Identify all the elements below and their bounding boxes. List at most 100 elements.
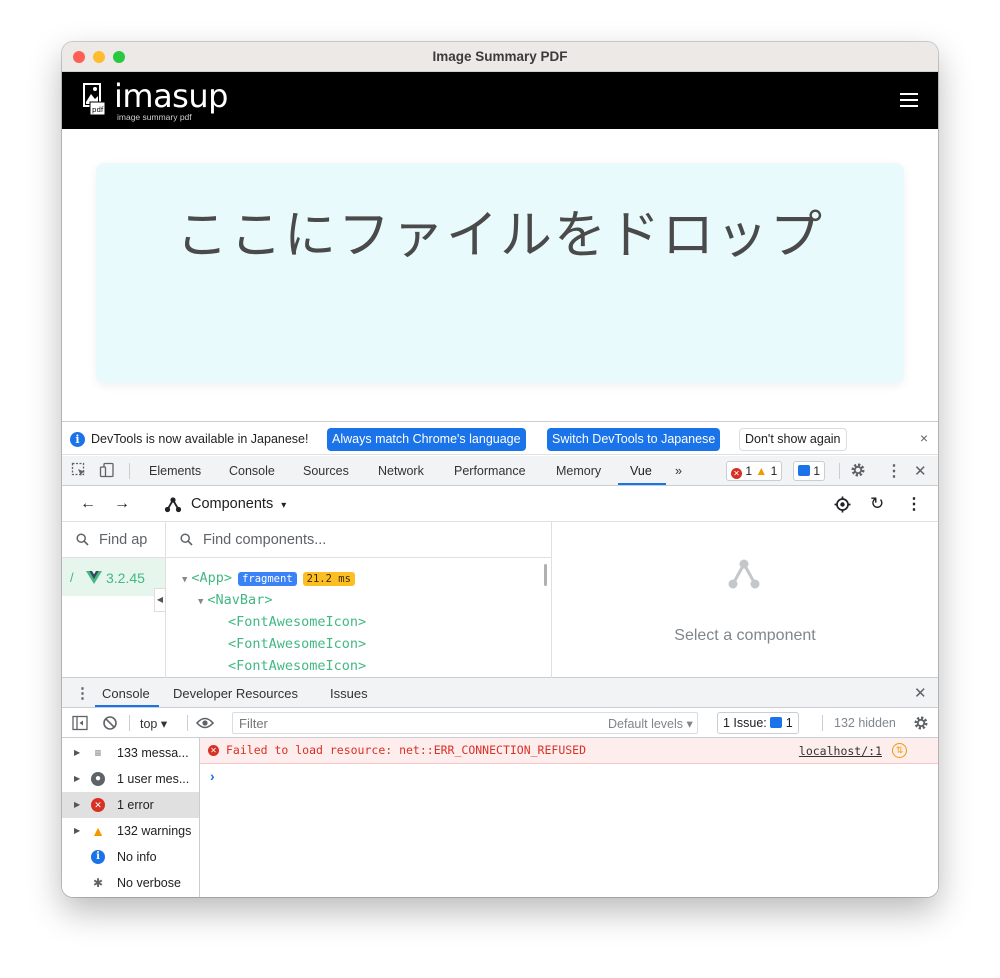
issues-button[interactable]: 1 Issue: 1 bbox=[717, 712, 799, 734]
infobar-message: DevTools is now available in Japanese! bbox=[91, 432, 309, 446]
render-time-badge: 21.2 ms bbox=[302, 572, 355, 586]
components-dropdown[interactable]: Components ▾ bbox=[191, 496, 286, 512]
app-prefix: / bbox=[70, 570, 74, 585]
sidebar-label: No verbose bbox=[117, 876, 181, 890]
tab-vue[interactable]: Vue bbox=[630, 464, 652, 478]
file-dropzone[interactable]: ここにファイルをドロップ bbox=[96, 163, 904, 383]
tree-node-fontawesomeicon[interactable]: <FontAwesomeIcon> bbox=[228, 614, 366, 630]
sidebar-label: 1 user mes... bbox=[117, 772, 190, 786]
svg-text:pdf: pdf bbox=[92, 106, 104, 114]
switch-japanese-button[interactable]: Switch DevTools to Japanese bbox=[547, 428, 721, 451]
logo-icon[interactable]: pdf bbox=[82, 82, 106, 116]
drawer-tab-issues[interactable]: Issues bbox=[330, 686, 368, 701]
fragment-badge: fragment bbox=[238, 572, 297, 586]
log-levels-dropdown[interactable]: Default levels ▾ bbox=[608, 716, 693, 731]
component-tree: ▼ <App> fragment 21.2 ms ▼ <NavBar> <FontAwe… bbox=[166, 558, 552, 678]
sidebar-label: 133 messa... bbox=[117, 746, 189, 760]
sidebar-label: No info bbox=[117, 850, 157, 864]
tree-node-navbar[interactable]: ▼ <NavBar> bbox=[198, 592, 272, 608]
find-app-field[interactable]: Find ap bbox=[62, 522, 166, 558]
sidebar-item-info[interactable]: i No info bbox=[62, 844, 199, 870]
device-toolbar-icon[interactable] bbox=[99, 462, 115, 478]
warning-count-icon: ▲ bbox=[755, 464, 768, 478]
issue-counts[interactable]: ✕ 1 ▲ 1 bbox=[726, 461, 783, 481]
console-prompt[interactable]: › bbox=[210, 768, 215, 784]
sidebar-label: 1 error bbox=[117, 798, 154, 812]
collapse-panel-handle[interactable]: ◀ bbox=[154, 588, 166, 612]
more-options-icon[interactable]: ⋮ bbox=[906, 494, 922, 514]
customize-menu-icon[interactable]: ⋮ bbox=[886, 461, 902, 481]
warning-icon: ▲ bbox=[91, 823, 105, 839]
hamburger-menu-icon[interactable] bbox=[900, 93, 918, 107]
sidebar-item-errors[interactable]: ▶ ✕ 1 error bbox=[62, 792, 199, 818]
live-expression-eye-icon[interactable] bbox=[196, 716, 214, 730]
error-source-link[interactable]: localhost/:1 bbox=[799, 744, 882, 758]
find-app-placeholder: Find ap bbox=[99, 532, 148, 548]
dropzone-text: ここにファイルをドロップ bbox=[175, 206, 824, 266]
close-devtools-icon[interactable]: ✕ bbox=[914, 462, 927, 480]
app-navbar: pdf imasup image summary pdf bbox=[62, 72, 938, 129]
tree-scrollbar[interactable] bbox=[544, 564, 547, 586]
error-icon: ✕ bbox=[91, 798, 105, 812]
network-request-icon[interactable]: ⇅ bbox=[892, 743, 907, 758]
message-count-badge[interactable]: 1 bbox=[793, 461, 826, 481]
vue-logo-icon bbox=[86, 571, 102, 584]
clear-console-icon[interactable] bbox=[102, 715, 118, 731]
sidebar-item-user-messages[interactable]: ▶ ● 1 user mes... bbox=[62, 766, 199, 792]
find-components-placeholder: Find components... bbox=[203, 532, 327, 548]
title-bar: Image Summary PDF bbox=[62, 42, 938, 72]
sidebar-label: 132 warnings bbox=[117, 824, 192, 838]
window-title: Image Summary PDF bbox=[432, 49, 568, 64]
close-drawer-icon[interactable]: ✕ bbox=[914, 684, 927, 702]
match-language-button[interactable]: Always match Chrome's language bbox=[327, 428, 526, 451]
devtools-tabbar: Elements Console Sources Network Perform… bbox=[62, 456, 938, 486]
error-message: Failed to load resource: net::ERR_CONNEC… bbox=[226, 743, 587, 757]
vue-components-toolbar: ← → Components ▾ ↻ ⋮ bbox=[62, 486, 938, 522]
issue-icon bbox=[770, 717, 783, 728]
error-count-icon: ✕ bbox=[731, 468, 742, 479]
browser-window: Image Summary PDF pdf imasup image summa… bbox=[62, 42, 938, 897]
list-icon: ≡ bbox=[94, 746, 102, 760]
console-settings-gear-icon[interactable] bbox=[913, 715, 929, 731]
show-sidebar-icon[interactable] bbox=[72, 715, 88, 731]
inspect-element-icon[interactable] bbox=[71, 462, 87, 478]
tab-elements[interactable]: Elements bbox=[149, 464, 201, 478]
settings-gear-icon[interactable] bbox=[850, 462, 866, 478]
sidebar-item-verbose[interactable]: ✱ No verbose bbox=[62, 870, 199, 896]
issue-label: 1 Issue: bbox=[723, 716, 767, 730]
error-count: 1 bbox=[745, 464, 753, 478]
info-icon: i bbox=[70, 432, 85, 447]
console-sidebar: ▶ ≡ 133 messa... ▶ ● 1 user mes... ▶ ✕ 1… bbox=[62, 738, 200, 897]
drawer-menu-icon[interactable]: ⋮ bbox=[75, 684, 90, 702]
drawer-tab-console[interactable]: Console bbox=[102, 686, 150, 701]
select-target-icon[interactable] bbox=[834, 496, 851, 513]
devtools-panel: i DevTools is now available in Japanese!… bbox=[62, 421, 938, 897]
tree-node-fontawesomeicon[interactable]: <FontAwesomeIcon> bbox=[228, 636, 366, 652]
console-error-row[interactable]: ✕ Failed to load resource: net::ERR_CONN… bbox=[200, 738, 938, 764]
infobar-close-icon[interactable]: × bbox=[920, 430, 928, 446]
main-content: ここにファイルをドロップ bbox=[62, 129, 938, 421]
logo-text[interactable]: imasup bbox=[114, 78, 228, 114]
more-tabs-button[interactable]: » bbox=[675, 464, 682, 478]
refresh-icon[interactable]: ↻ bbox=[870, 494, 884, 514]
tab-memory[interactable]: Memory bbox=[556, 464, 601, 478]
tab-sources[interactable]: Sources bbox=[303, 464, 349, 478]
tree-node-app[interactable]: ▼ <App> fragment 21.2 ms bbox=[182, 570, 355, 586]
forward-arrow-icon[interactable]: → bbox=[114, 495, 130, 513]
context-selector[interactable]: top ▾ bbox=[140, 716, 167, 731]
drawer-tab-developer-resources[interactable]: Developer Resources bbox=[173, 686, 298, 701]
sidebar-item-messages[interactable]: ▶ ≡ 133 messa... bbox=[62, 740, 199, 766]
back-arrow-icon[interactable]: ← bbox=[80, 495, 96, 513]
tab-console[interactable]: Console bbox=[229, 464, 275, 478]
warning-count: 1 bbox=[770, 464, 778, 478]
find-components-field[interactable]: Find components... bbox=[166, 522, 552, 558]
tab-performance[interactable]: Performance bbox=[454, 464, 526, 478]
message-count: 1 bbox=[813, 464, 821, 478]
active-tab-indicator bbox=[618, 483, 666, 485]
sidebar-item-warnings[interactable]: ▶ ▲ 132 warnings bbox=[62, 818, 199, 844]
tab-network[interactable]: Network bbox=[378, 464, 424, 478]
app-selector-row[interactable]: / 3.2.45 bbox=[62, 558, 166, 596]
user-icon: ● bbox=[91, 772, 105, 786]
dont-show-again-button[interactable]: Don't show again bbox=[739, 428, 847, 451]
tree-node-fontawesomeicon[interactable]: <FontAwesomeIcon> bbox=[228, 658, 366, 674]
